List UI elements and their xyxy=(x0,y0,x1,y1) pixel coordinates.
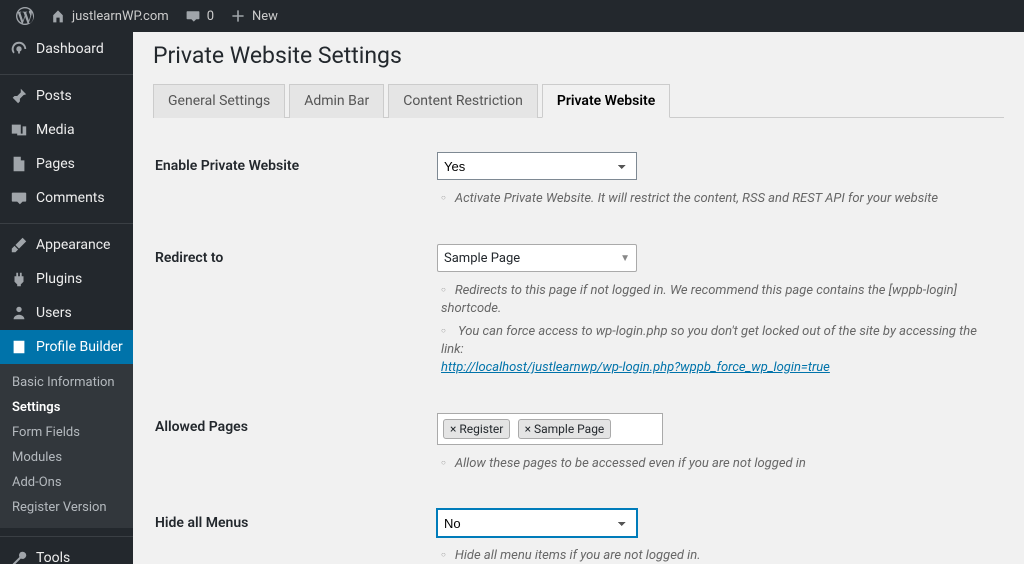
sub-settings[interactable]: Settings xyxy=(0,395,133,420)
enable-desc: Activate Private Website. It will restri… xyxy=(441,190,991,208)
wrench-icon xyxy=(10,549,28,564)
sub-modules[interactable]: Modules xyxy=(0,445,133,470)
menu-label: Media xyxy=(36,122,75,138)
plug-icon xyxy=(10,270,28,288)
menu-dashboard[interactable]: Dashboard xyxy=(0,32,133,66)
sub-register-version[interactable]: Register Version xyxy=(0,495,133,520)
settings-form: Enable Private Website Yes Activate Priv… xyxy=(153,138,993,564)
chip-sample-page[interactable]: × Sample Page xyxy=(518,419,612,439)
field-label-redirect: Redirect to xyxy=(155,232,435,399)
submenu-profile-builder: Basic Information Settings Form Fields M… xyxy=(0,364,133,528)
field-label-enable: Enable Private Website xyxy=(155,140,435,230)
menu-label: Dashboard xyxy=(36,41,104,57)
redirect-to-select[interactable]: Sample Page ▼ xyxy=(437,244,637,272)
wordpress-icon xyxy=(16,7,34,25)
field-label-allowed: Allowed Pages xyxy=(155,401,435,495)
menu-label: Users xyxy=(36,305,72,321)
menu-media[interactable]: Media xyxy=(0,113,133,147)
menu-pages[interactable]: Pages xyxy=(0,147,133,181)
tab-private-website[interactable]: Private Website xyxy=(542,84,670,118)
nav-tabs: General Settings Admin Bar Content Restr… xyxy=(153,83,1004,118)
menu-separator xyxy=(0,70,133,75)
comments-bubble[interactable]: 0 xyxy=(177,8,222,24)
profile-icon xyxy=(10,338,28,356)
chip-register[interactable]: × Register xyxy=(443,419,510,439)
admin-sidebar: Dashboard Posts Media Pages Comments App… xyxy=(0,32,133,564)
plus-icon xyxy=(230,8,246,24)
comment-icon xyxy=(10,189,28,207)
menu-appearance[interactable]: Appearance xyxy=(0,228,133,262)
new-content-label: New xyxy=(252,9,278,24)
menu-comments[interactable]: Comments xyxy=(0,181,133,215)
allowed-desc: Allow these pages to be accessed even if… xyxy=(441,455,991,473)
dashboard-icon xyxy=(10,40,28,58)
allowed-pages-select[interactable]: × Register × Sample Page xyxy=(437,413,663,445)
menu-label: Plugins xyxy=(36,271,82,287)
menu-label: Appearance xyxy=(36,237,110,253)
main-content: Private Website Settings General Setting… xyxy=(133,32,1024,564)
sub-basic-info[interactable]: Basic Information xyxy=(0,370,133,395)
redirect-desc-1: Redirects to this page if not logged in.… xyxy=(441,282,991,318)
menu-separator xyxy=(0,532,133,537)
sub-addons[interactable]: Add-Ons xyxy=(0,470,133,495)
redirect-desc-2: You can force access to wp-login.php so … xyxy=(441,323,991,378)
tab-content-restriction[interactable]: Content Restriction xyxy=(388,84,538,118)
wp-logo[interactable] xyxy=(8,7,42,25)
hidemenus-desc-1: Hide all menu items if you are not logge… xyxy=(441,547,991,564)
menu-label: Comments xyxy=(36,190,105,206)
force-login-link[interactable]: http://localhost/justlearnwp/wp-login.ph… xyxy=(441,360,830,375)
menu-label: Profile Builder xyxy=(36,339,123,355)
sub-form-fields[interactable]: Form Fields xyxy=(0,420,133,445)
pin-icon xyxy=(10,87,28,105)
tab-admin-bar[interactable]: Admin Bar xyxy=(289,84,384,118)
chevron-down-icon: ▼ xyxy=(620,253,630,264)
media-icon xyxy=(10,121,28,139)
field-label-hidemenus: Hide all Menus xyxy=(155,497,435,564)
brush-icon xyxy=(10,236,28,254)
comments-count: 0 xyxy=(207,9,214,24)
comment-icon xyxy=(185,8,201,24)
home-icon xyxy=(50,8,66,24)
menu-label: Pages xyxy=(36,156,75,172)
page-title: Private Website Settings xyxy=(153,42,1004,69)
menu-users[interactable]: Users xyxy=(0,296,133,330)
site-name-label: justlearnWP.com xyxy=(72,9,169,24)
menu-profile-builder[interactable]: Profile Builder xyxy=(0,330,133,364)
menu-separator xyxy=(0,219,133,224)
menu-plugins[interactable]: Plugins xyxy=(0,262,133,296)
menu-tools[interactable]: Tools xyxy=(0,541,133,564)
redirect-value: Sample Page xyxy=(444,251,520,266)
site-name[interactable]: justlearnWP.com xyxy=(42,8,177,24)
users-icon xyxy=(10,304,28,322)
hide-all-menus-select[interactable]: No xyxy=(437,509,637,537)
new-content[interactable]: New xyxy=(222,8,286,24)
enable-private-website-select[interactable]: Yes xyxy=(437,152,637,180)
page-icon xyxy=(10,155,28,173)
menu-label: Posts xyxy=(36,88,72,104)
tab-general-settings[interactable]: General Settings xyxy=(153,84,285,118)
admin-bar: justlearnWP.com 0 New xyxy=(0,0,1024,32)
menu-posts[interactable]: Posts xyxy=(0,79,133,113)
menu-label: Tools xyxy=(36,550,70,564)
